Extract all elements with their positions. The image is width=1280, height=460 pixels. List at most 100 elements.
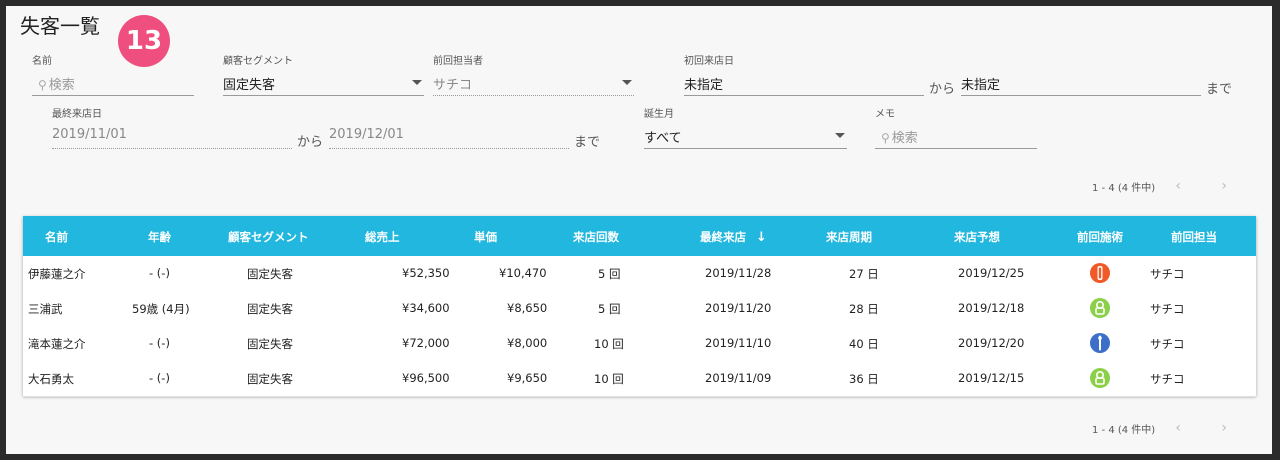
segment-filter: 顧客セグメント 固定失客 xyxy=(223,52,424,98)
cell-last-visit: 2019/11/28 xyxy=(705,266,772,280)
cell-total: ¥96,500 xyxy=(402,371,450,385)
table-header: 名前 年齢 顧客セグメント 総売上 単価 来店回数 最終来店 ↓ 来店周期 来店予… xyxy=(23,216,1256,256)
table-row[interactable]: 伊藤蓮之介 - (-) 固定失客 ¥52,350 ¥10,470 5 回 201… xyxy=(23,256,1256,292)
pagination-range: 1 - 4 (4 件中) xyxy=(1092,424,1156,436)
cell-unit: ¥10,470 xyxy=(499,266,547,280)
cell-last-visit: 2019/11/09 xyxy=(705,371,772,385)
last-visit-label: 最終来店日 xyxy=(52,109,102,120)
cell-segment: 固定失客 xyxy=(247,372,293,386)
first-visit-to: 未指定 xyxy=(961,52,1201,98)
cell-last-visit: 2019/11/10 xyxy=(705,336,772,350)
orange-treatment-icon xyxy=(1090,263,1110,283)
col-age[interactable]: 年齢 xyxy=(148,229,171,245)
chevron-down-icon xyxy=(835,133,845,138)
col-cycle[interactable]: 来店周期 xyxy=(826,229,872,245)
sort-down-icon: ↓ xyxy=(756,230,767,245)
blue-treatment-icon xyxy=(1090,333,1110,353)
cell-name: 滝本蓮之介 xyxy=(28,337,86,351)
birth-month-label: 誕生月 xyxy=(644,109,674,120)
cell-staff: サチコ xyxy=(1150,302,1185,316)
search-icon: ⚲ xyxy=(881,131,890,145)
prev-page-icon[interactable]: ‹ xyxy=(1155,178,1201,194)
table-row[interactable]: 三浦武 59歳 (4月) 固定失客 ¥34,600 ¥8,650 5 回 201… xyxy=(23,291,1256,327)
memo-label: メモ xyxy=(875,109,895,120)
cell-staff: サチコ xyxy=(1150,372,1185,386)
col-visits[interactable]: 来店回数 xyxy=(573,229,619,245)
memo-filter: メモ ⚲ 検索 xyxy=(875,105,1037,151)
lost-customers-panel: 失客一覧 13 名前 ⚲ 検索 顧客セグメント 固定失客 前回担当者 サチコ 初回… xyxy=(6,6,1272,454)
birth-month-filter: 誕生月 すべて xyxy=(644,105,847,151)
cell-segment: 固定失客 xyxy=(247,337,293,351)
cell-age: - (-) xyxy=(149,371,170,385)
first-visit-to-suffix: まで xyxy=(1206,82,1233,97)
pagination-range: 1 - 4 (4 件中) xyxy=(1092,182,1156,194)
cell-staff: サチコ xyxy=(1150,267,1185,281)
cell-total: ¥34,600 xyxy=(402,301,450,315)
cell-unit: ¥8,650 xyxy=(507,301,548,315)
last-visit-to-input[interactable]: 2019/12/01 xyxy=(329,127,569,149)
next-page-icon[interactable]: › xyxy=(1201,178,1247,194)
cell-forecast: 2019/12/20 xyxy=(958,336,1025,350)
search-icon: ⚲ xyxy=(38,78,47,92)
cell-cycle: 36 日 xyxy=(849,372,879,386)
cell-unit: ¥9,650 xyxy=(507,371,548,385)
col-unit[interactable]: 単価 xyxy=(474,229,497,245)
first-visit-from: 初回来店日 未指定 xyxy=(684,52,924,98)
segment-filter-label: 顧客セグメント xyxy=(223,56,293,67)
cell-last-visit: 2019/11/20 xyxy=(705,301,772,315)
pagination-bottom: 1 - 4 (4 件中) ‹ › xyxy=(1092,420,1247,436)
cell-cycle: 40 日 xyxy=(849,337,879,351)
first-visit-from-input[interactable]: 未指定 xyxy=(684,74,924,96)
memo-search-input[interactable]: ⚲ 検索 xyxy=(875,127,1037,149)
last-visit-to: 2019/12/01 xyxy=(329,105,569,151)
cell-forecast: 2019/12/25 xyxy=(958,266,1025,280)
cell-visits: 5 回 xyxy=(598,302,621,316)
pagination-top: 1 - 4 (4 件中) ‹ › xyxy=(1092,178,1247,194)
staff-select[interactable]: サチコ xyxy=(433,74,634,96)
col-total[interactable]: 総売上 xyxy=(365,229,400,245)
cell-segment: 固定失客 xyxy=(247,302,293,316)
page-title: 失客一覧 xyxy=(20,14,100,38)
last-visit-from-input[interactable]: 2019/11/01 xyxy=(52,127,292,149)
first-visit-from-suffix: から xyxy=(929,82,956,97)
col-name[interactable]: 名前 xyxy=(45,229,68,245)
name-filter-label: 名前 xyxy=(32,56,52,67)
name-search-input[interactable]: ⚲ 検索 xyxy=(32,74,194,96)
birth-month-select[interactable]: すべて xyxy=(644,127,847,149)
table-row[interactable]: 滝本蓮之介 - (-) 固定失客 ¥72,000 ¥8,000 10 回 201… xyxy=(23,326,1256,362)
cell-forecast: 2019/12/15 xyxy=(958,371,1025,385)
cell-name: 大石勇太 xyxy=(28,372,74,386)
green-treatment-icon xyxy=(1090,298,1110,318)
col-segment[interactable]: 顧客セグメント xyxy=(228,229,309,245)
cell-name: 伊藤蓮之介 xyxy=(28,267,86,281)
col-forecast[interactable]: 来店予想 xyxy=(954,229,1000,245)
cell-total: ¥52,350 xyxy=(402,266,450,280)
cell-age: - (-) xyxy=(149,336,170,350)
chevron-down-icon xyxy=(622,80,632,85)
cell-total: ¥72,000 xyxy=(402,336,450,350)
table-row[interactable]: 大石勇太 - (-) 固定失客 ¥96,500 ¥9,650 10 回 2019… xyxy=(23,361,1256,397)
chevron-down-icon xyxy=(412,80,422,85)
cell-visits: 10 回 xyxy=(594,372,624,386)
cell-unit: ¥8,000 xyxy=(507,336,548,350)
cell-forecast: 2019/12/18 xyxy=(958,301,1025,315)
staff-filter-label: 前回担当者 xyxy=(433,56,483,67)
cell-name: 三浦武 xyxy=(28,302,63,316)
col-treatment[interactable]: 前回施術 xyxy=(1077,229,1123,245)
cell-cycle: 28 日 xyxy=(849,302,879,316)
cell-age: - (-) xyxy=(149,266,170,280)
first-visit-to-input[interactable]: 未指定 xyxy=(961,74,1201,96)
customer-table: 名前 年齢 顧客セグメント 総売上 単価 来店回数 最終来店 ↓ 来店周期 来店予… xyxy=(23,216,1256,397)
prev-page-icon[interactable]: ‹ xyxy=(1155,420,1201,436)
green-treatment-icon xyxy=(1090,368,1110,388)
cell-cycle: 27 日 xyxy=(849,267,879,281)
first-visit-label: 初回来店日 xyxy=(684,56,734,67)
cell-segment: 固定失客 xyxy=(247,267,293,281)
col-last-visit[interactable]: 最終来店 ↓ xyxy=(700,229,767,245)
segment-select[interactable]: 固定失客 xyxy=(223,74,424,96)
name-filter: 名前 ⚲ 検索 xyxy=(32,52,194,98)
col-staff[interactable]: 前回担当 xyxy=(1171,229,1217,245)
next-page-icon[interactable]: › xyxy=(1201,420,1247,436)
cell-age: 59歳 (4月) xyxy=(132,302,190,316)
last-visit-from-suffix: から xyxy=(297,135,324,150)
